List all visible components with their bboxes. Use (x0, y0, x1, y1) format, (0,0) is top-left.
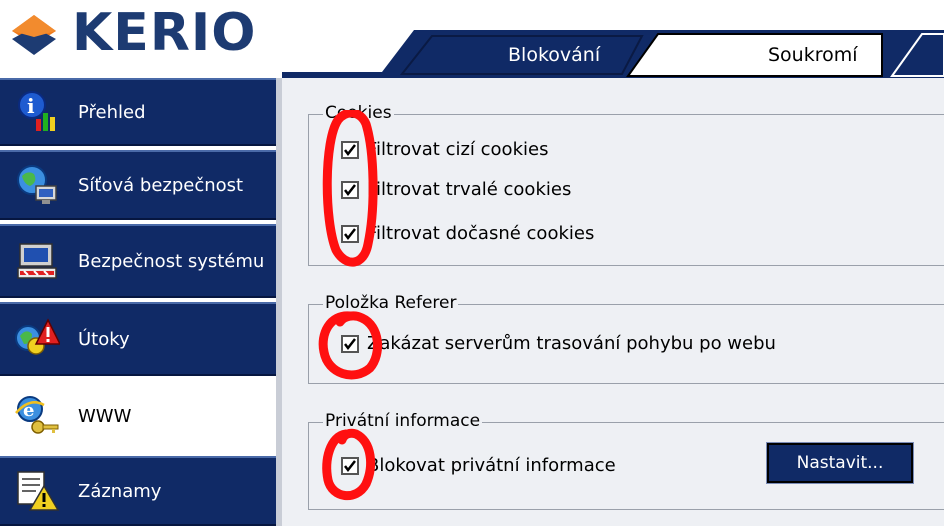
option-filtrovat-docasne-cookies[interactable]: Filtrovat dočasné cookies (341, 223, 594, 244)
sidebar-item-label: Síťová bezpečnost (78, 174, 244, 196)
sidebar-item-label: Přehled (78, 101, 146, 123)
sidebar: i Přehled Síťová bezpečnost Bezpečnost s… (0, 78, 282, 526)
tab-soukromi[interactable]: Soukromí (768, 44, 858, 66)
chart-info-icon: i (18, 91, 55, 131)
checkbox[interactable] (341, 180, 359, 199)
sidebar-item-label: Útoky (78, 328, 130, 350)
group-title-referer: Položka Referer (323, 293, 459, 313)
svg-text:i: i (27, 94, 35, 118)
referer-group: Položka Referer Zakázat serverům trasová… (308, 293, 944, 384)
tab-bar-background (282, 30, 944, 78)
sidebar-item-utoky[interactable]: Útoky (0, 302, 276, 376)
main-panel: Cookies Filtrovat cizí cookies Filtrovat… (282, 78, 944, 526)
option-label: Filtrovat trvalé cookies (367, 179, 572, 200)
sidebar-item-bezpecnost-systemu[interactable]: Bezpečnost systému (0, 224, 276, 298)
option-label: Blokovat privátní informace (367, 455, 616, 476)
cookies-group: Cookies Filtrovat cizí cookies Filtrovat… (308, 103, 944, 266)
group-title-cookies: Cookies (323, 103, 394, 123)
option-label: Filtrovat dočasné cookies (367, 223, 595, 244)
option-label: Zakázat serverům trasování pohybu po web… (367, 333, 776, 354)
option-blokovat-privatni[interactable]: Blokovat privátní informace (341, 455, 616, 476)
option-filtrovat-trvale-cookies[interactable]: Filtrovat trvalé cookies (341, 179, 571, 200)
option-filtrovat-cizi-cookies[interactable]: Filtrovat cizí cookies (341, 139, 548, 160)
sidebar-item-zaznamy[interactable]: Záznamy (0, 456, 276, 526)
option-zakazat-trasovani[interactable]: Zakázat serverům trasování pohybu po web… (341, 333, 776, 354)
sidebar-item-prehled[interactable]: i Přehled (0, 78, 276, 146)
checkbox[interactable] (341, 224, 359, 243)
sidebar-item-label: Záznamy (78, 480, 162, 502)
ie-globe-key-icon: e (15, 396, 59, 434)
checkbox[interactable] (341, 334, 359, 353)
sidebar-item-label: Bezpečnost systému (78, 250, 265, 272)
sidebar-item-label: WWW (78, 405, 132, 427)
nastavit-button[interactable]: Nastavit... (766, 442, 914, 484)
kerio-logo: KERIO (6, 2, 256, 64)
logo-text: KERIO (72, 3, 257, 63)
sidebar-item-www[interactable]: e WWW (0, 380, 276, 452)
checkbox[interactable] (341, 140, 359, 159)
sidebar-item-sitova-bezpecnost[interactable]: Síťová bezpečnost (0, 150, 276, 220)
checkbox[interactable] (341, 456, 359, 475)
tab-blokovani[interactable]: Blokování (508, 44, 600, 66)
option-label: Filtrovat cizí cookies (367, 139, 549, 160)
group-title-private: Privátní informace (323, 411, 483, 431)
header: KERIO Blokování Soukromí (0, 0, 944, 78)
tab-bar: Blokování Soukromí (282, 0, 944, 78)
kerio-diamond-icon (12, 15, 56, 55)
private-info-group: Privátní informace Blokovat privátní inf… (308, 411, 944, 510)
computer-shield-icon (17, 243, 57, 279)
attack-warning-icon (15, 318, 60, 355)
log-warning-icon (17, 471, 60, 511)
network-globe-icon (17, 165, 57, 204)
